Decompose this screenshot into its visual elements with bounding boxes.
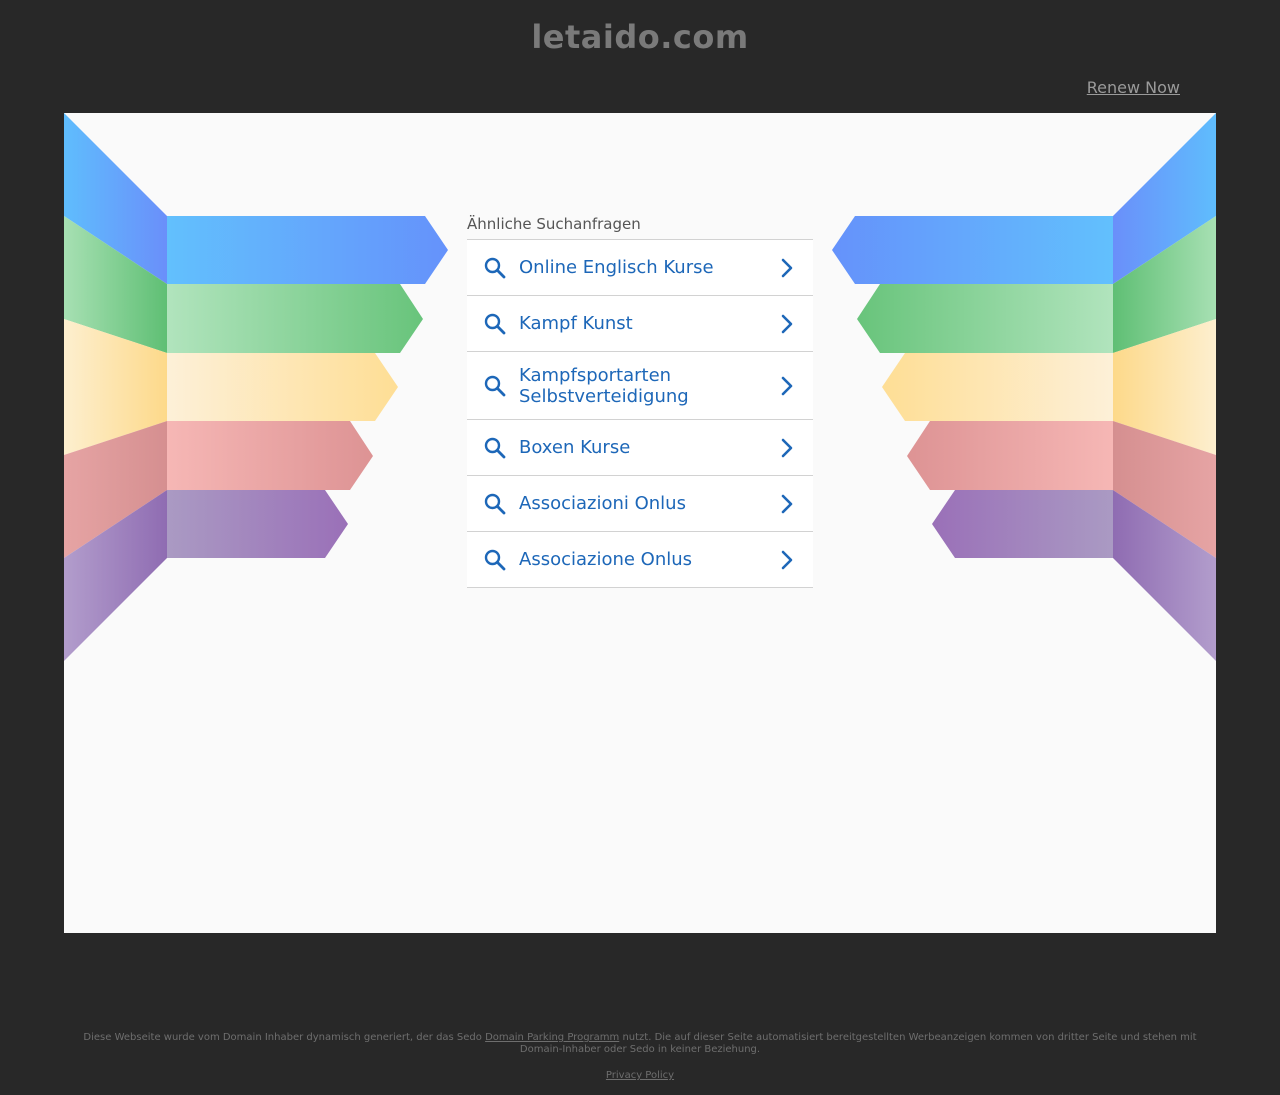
footer-text-after: nutzt. Die auf dieser Seite automatisier… xyxy=(519,1032,1197,1055)
chevron-right-icon xyxy=(777,258,797,278)
search-item-label: Kampf Kunst xyxy=(519,313,633,334)
search-item[interactable]: Boxen Kurse xyxy=(467,420,813,476)
footer-disclaimer: Diese Webseite wurde vom Domain Inhaber … xyxy=(80,1032,1200,1056)
privacy-policy-link[interactable]: Privacy Policy xyxy=(606,1070,674,1081)
chevron-right-icon xyxy=(777,438,797,458)
chevron-right-icon xyxy=(777,550,797,570)
main-panel: Ähnliche Suchanfragen Online Englisch Ku… xyxy=(64,113,1216,933)
search-item[interactable]: Associazioni Onlus xyxy=(467,476,813,532)
search-item-label: Kampfsportarten Selbstverteidigung xyxy=(519,364,689,407)
chevron-right-icon xyxy=(777,494,797,514)
search-item[interactable]: Associazione Onlus xyxy=(467,532,813,588)
footer-text-before: Diese Webseite wurde vom Domain Inhaber … xyxy=(83,1032,486,1043)
search-icon xyxy=(483,312,507,336)
search-item[interactable]: Kampfsportarten Selbstverteidigung xyxy=(467,352,813,420)
renew-now-link[interactable]: Renew Now xyxy=(1087,78,1180,97)
search-icon xyxy=(483,374,507,398)
search-list: Online Englisch Kurse Kampf Kunst Kampfs… xyxy=(467,239,813,588)
related-searches: Ähnliche Suchanfragen Online Englisch Ku… xyxy=(467,213,813,588)
chevron-right-icon xyxy=(777,376,797,396)
search-icon xyxy=(483,548,507,572)
search-item[interactable]: Online Englisch Kurse xyxy=(467,240,813,296)
search-icon xyxy=(483,492,507,516)
search-item[interactable]: Kampf Kunst xyxy=(467,296,813,352)
search-item-label: Associazione Onlus xyxy=(519,549,693,570)
search-icon xyxy=(483,256,507,280)
search-item-label: Boxen Kurse xyxy=(519,437,631,458)
site-title: letaido.com xyxy=(531,18,749,56)
related-searches-heading: Ähnliche Suchanfragen xyxy=(467,215,641,233)
search-icon xyxy=(483,436,507,460)
privacy-container: Privacy Policy xyxy=(0,1070,1280,1081)
search-item-label: Associazioni Onlus xyxy=(519,493,686,514)
search-item-label: Online Englisch Kurse xyxy=(519,257,714,278)
domain-parking-link[interactable]: Domain Parking Programm xyxy=(485,1032,619,1043)
chevron-right-icon xyxy=(777,314,797,334)
